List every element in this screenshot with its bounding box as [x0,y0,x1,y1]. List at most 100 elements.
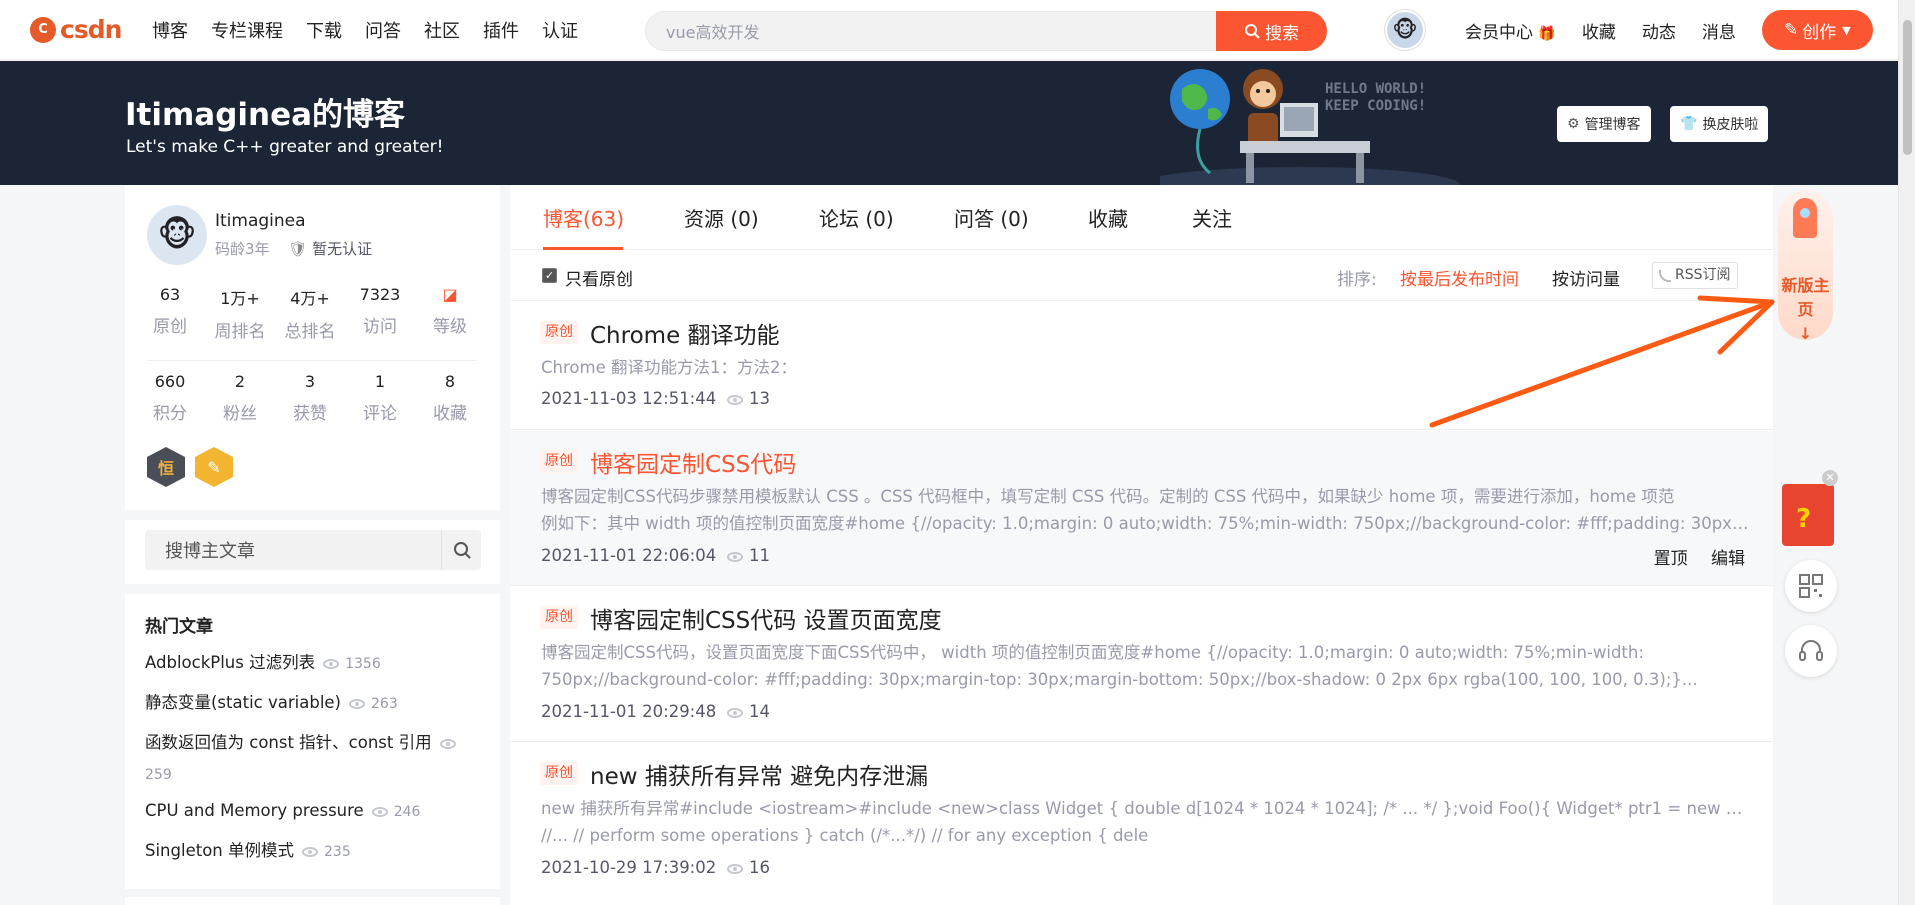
article-views: 14 [727,702,770,721]
article-title[interactable]: Chrome 翻译功能 [590,316,780,350]
only-original-label[interactable]: 只看原创 [565,265,633,290]
nav-link-blog[interactable]: 博客 [152,17,188,43]
content-tabs: 博客(63) 资源 (0) 论坛 (0) 问答 (0) 收藏 关注 [510,185,1773,250]
eye-icon [323,659,340,669]
blogger-search-input[interactable]: 搜博主文章 [145,530,481,570]
stat-points: 660 积分 [153,372,187,424]
hot-article-item[interactable]: 静态变量(static variable) 263 [145,688,485,719]
tab-resources[interactable]: 资源 (0) [684,203,759,232]
close-icon[interactable]: ✕ [1822,470,1838,486]
csdn-logo[interactable]: C csdn [30,15,130,44]
favorites-link[interactable]: 收藏 [1582,18,1616,43]
cert-status: 🛡 暂无认证 [288,240,373,258]
pin-top-button[interactable]: 置顶 [1654,549,1688,569]
hot-article-item[interactable]: CPU and Memory pressure 246 [145,796,485,827]
messages-link[interactable]: 消息 [1702,18,1736,43]
article-views: 16 [727,858,770,877]
article-item[interactable]: 原创 博客园定制CSS代码 设置页面宽度 博客园定制CSS代码，设置页面宽度下面… [510,587,1773,742]
search-button-label: 搜索 [1265,23,1299,44]
article-title[interactable]: 博客园定制CSS代码 设置页面宽度 [590,601,942,635]
eye-icon [727,394,743,405]
eye-icon [727,863,743,874]
tab-qa[interactable]: 问答 (0) [954,203,1029,232]
vertical-scrollbar[interactable] [1898,0,1915,905]
article-views: 13 [727,389,770,408]
search-button[interactable]: 搜索 [1216,11,1327,51]
eye-icon [727,551,743,562]
tab-favorites[interactable]: 收藏 [1088,203,1128,232]
blog-subtitle: Let's make C++ greater and greater! [126,137,444,157]
nav-link-qa[interactable]: 问答 [365,17,401,43]
search-input[interactable]: vue高效开发 [645,11,1216,51]
tab-blog[interactable]: 博客(63) [543,203,624,232]
hot-article-item[interactable]: Singleton 单例模式 235 [145,836,485,867]
nav-link-cert[interactable]: 认证 [542,17,578,43]
next-sidebar-card [125,897,500,905]
promo-mystery-box[interactable]: ? ✕ [1780,470,1838,548]
activity-link[interactable]: 动态 [1642,18,1676,43]
question-mark-icon: ? [1796,504,1812,534]
search-icon [1245,24,1260,39]
stats-row-1: 63 原创 1万+ 周排名 4万+ 总排名 7323 访问 ◪ 等级 [135,285,485,342]
nav-link-plugins[interactable]: 插件 [483,17,519,43]
hot-article-item[interactable]: AdblockPlus 过滤列表 1356 [145,648,485,679]
article-title[interactable]: 博客园定制CSS代码 [590,445,796,479]
eye-icon [727,707,743,718]
stat-fans[interactable]: 2 粉丝 [205,372,275,424]
qrcode-button[interactable] [1785,560,1837,612]
rss-subscribe-button[interactable]: RSS订阅 [1652,262,1738,289]
blogger-avatar[interactable]: 🐵 [147,205,207,265]
chevron-down-icon: ▼ [1842,23,1851,37]
stat-level[interactable]: ◪ 等级 [415,285,485,342]
stat-total-rank[interactable]: 4万+ 总排名 [275,285,345,342]
persistence-badge[interactable]: 恒 [147,447,185,487]
eye-icon [439,739,456,749]
edit-button[interactable]: 编辑 [1711,549,1745,569]
stat-week-rank[interactable]: 1万+ 周排名 [205,285,275,342]
tab-following[interactable]: 关注 [1192,203,1232,232]
article-desc-line2: 例如下：其中 width 项的值控制页面宽度#home {//opacity: … [541,514,1751,533]
article-desc-line2: //... // perform some operations } catch… [541,826,1149,845]
sort-by-latest[interactable]: 按最后发布时间 [1400,265,1519,290]
member-center-link[interactable]: 会员中心 🎁 [1465,18,1556,43]
rocket-icon [1793,198,1817,238]
user-avatar[interactable]: 🐵 [1385,10,1425,50]
logo-text: csdn [60,15,122,44]
change-skin-button[interactable]: 👕 换皮肤啦 [1670,106,1769,142]
customer-service-button[interactable] [1785,625,1837,677]
article-desc: new 捕获所有异常#include <iostream>#include <n… [541,799,1751,818]
article-item[interactable]: 原创 博客园定制CSS代码 博客园定制CSS代码步骤禁用模板默认 CSS 。CS… [510,431,1773,586]
article-item[interactable]: 原创 new 捕获所有异常 避免内存泄漏 new 捕获所有异常#include … [510,743,1773,905]
manage-blog-button[interactable]: ⚙ 管理博客 [1557,106,1651,142]
pen-icon: ✎ [1783,20,1799,40]
annotation-arrow-icon [1429,295,1775,428]
user-area: 🐵 会员中心 🎁 收藏 动态 消息 ✎ 创作 ▼ [1385,10,1873,50]
original-tag: 原创 [540,606,578,629]
stats-divider [147,360,477,361]
quill-badge-icon[interactable]: ✎ [195,447,233,487]
stat-original[interactable]: 63 原创 [135,285,205,342]
scrollbar-thumb[interactable] [1903,20,1912,155]
nav-link-download[interactable]: 下载 [306,17,342,43]
create-button[interactable]: ✎ 创作 ▼ [1761,10,1873,50]
eye-icon [302,847,318,857]
article-title[interactable]: new 捕获所有异常 避免内存泄漏 [590,757,928,791]
sort-by-views[interactable]: 按访问量 [1552,265,1620,290]
blogger-username[interactable]: Itimaginea [215,211,306,231]
tab-forum[interactable]: 论坛 (0) [819,203,894,232]
article-date: 2021-11-01 22:06:04 [541,546,717,565]
article-ops: 置顶 编辑 [1636,544,1745,569]
article-views: 11 [727,546,770,565]
nav-links: 博客 专栏课程 下载 问答 社区 插件 认证 [152,17,601,43]
hot-article-item[interactable]: 函数返回值为 const 指针、const 引用259 [145,728,485,790]
eye-icon [371,807,388,817]
new-version-label: 新版主页 ↓ [1781,276,1830,343]
top-navbar: C csdn 博客 专栏课程 下载 问答 社区 插件 认证 vue高效开发 搜索… [0,0,1898,60]
nav-link-courses[interactable]: 专栏课程 [211,17,283,43]
stat-likes: 3 获赞 [293,372,327,424]
search-icon[interactable] [441,530,481,570]
new-version-homepage-button[interactable]: 新版主页 ↓ [1778,190,1833,343]
gear-icon: ⚙ [1567,116,1580,132]
nav-link-community[interactable]: 社区 [424,17,460,43]
only-original-checkbox[interactable]: ✓ [542,268,557,283]
